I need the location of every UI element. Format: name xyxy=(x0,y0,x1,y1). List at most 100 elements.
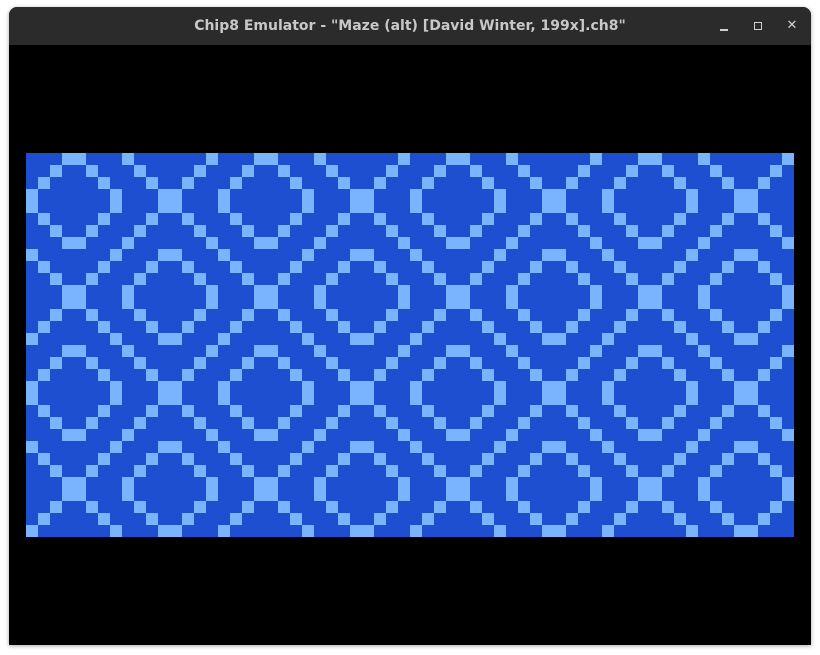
minimize-button[interactable] xyxy=(713,15,735,37)
display-pixel xyxy=(626,273,638,285)
display-pixel xyxy=(746,381,758,393)
display-pixel xyxy=(38,177,50,189)
title-bar[interactable]: Chip8 Emulator - "Maze (alt) [David Wint… xyxy=(9,7,811,45)
display-pixel xyxy=(422,453,434,465)
display-pixel xyxy=(134,309,146,321)
display-pixel xyxy=(506,429,518,441)
display-pixel xyxy=(374,405,386,417)
display-pixel xyxy=(494,189,506,201)
display-pixel xyxy=(38,405,50,417)
display-pixel xyxy=(710,417,722,429)
display-pixel xyxy=(182,513,194,525)
display-pixel xyxy=(530,261,542,273)
display-pixel xyxy=(254,477,266,489)
display-pixel xyxy=(638,429,650,441)
display-pixel xyxy=(170,333,182,345)
display-pixel xyxy=(470,357,482,369)
display-pixel xyxy=(314,429,326,441)
display-pixel xyxy=(662,417,674,429)
display-pixel xyxy=(446,489,458,501)
display-pixel xyxy=(482,261,494,273)
display-pixel xyxy=(170,441,182,453)
display-pixel xyxy=(218,249,230,261)
display-pixel xyxy=(278,225,290,237)
display-pixel xyxy=(722,261,734,273)
display-pixel xyxy=(602,525,614,537)
display-pixel xyxy=(410,441,422,453)
display-pixel xyxy=(542,393,554,405)
display-pixel xyxy=(710,309,722,321)
display-pixel xyxy=(578,273,590,285)
display-pixel xyxy=(446,237,458,249)
display-pixel xyxy=(218,189,230,201)
display-pixel xyxy=(734,441,746,453)
display-pixel xyxy=(506,153,518,165)
chip8-display[interactable] xyxy=(26,153,794,537)
display-pixel xyxy=(434,273,446,285)
display-pixel xyxy=(578,357,590,369)
display-pixel xyxy=(290,369,302,381)
display-pixel xyxy=(362,441,374,453)
display-pixel xyxy=(50,273,62,285)
display-pixel xyxy=(434,357,446,369)
display-pixel xyxy=(662,309,674,321)
display-pixel xyxy=(590,237,602,249)
display-pixel xyxy=(530,405,542,417)
display-pixel xyxy=(638,237,650,249)
display-pixel xyxy=(290,213,302,225)
display-pixel xyxy=(554,441,566,453)
display-pixel xyxy=(446,153,458,165)
display-pixel xyxy=(458,477,470,489)
display-pixel xyxy=(110,189,122,201)
display-pixel xyxy=(566,513,578,525)
display-pixel xyxy=(494,393,506,405)
display-pixel xyxy=(134,417,146,429)
display-pixel xyxy=(338,213,350,225)
display-pixel xyxy=(614,369,626,381)
display-pixel xyxy=(206,489,218,501)
display-pixel xyxy=(434,165,446,177)
display-pixel xyxy=(266,477,278,489)
maximize-button[interactable] xyxy=(747,15,769,37)
display-pixel xyxy=(734,333,746,345)
display-pixel xyxy=(314,345,326,357)
display-pixel xyxy=(158,201,170,213)
display-pixel xyxy=(326,225,338,237)
display-pixel xyxy=(422,321,434,333)
display-pixel xyxy=(650,237,662,249)
display-pixel xyxy=(170,393,182,405)
display-pixel xyxy=(698,153,710,165)
display-pixel xyxy=(374,261,386,273)
display-pixel xyxy=(302,525,314,537)
display-pixel xyxy=(542,441,554,453)
display-pixel xyxy=(218,381,230,393)
display-pixel xyxy=(758,177,770,189)
display-pixel xyxy=(686,189,698,201)
display-pixel xyxy=(758,369,770,381)
display-pixel xyxy=(578,165,590,177)
display-pixel xyxy=(722,213,734,225)
display-pixel xyxy=(470,501,482,513)
display-pixel xyxy=(110,441,122,453)
display-pixel xyxy=(410,333,422,345)
display-pixel xyxy=(266,285,278,297)
display-pixel xyxy=(38,369,50,381)
display-pixel xyxy=(350,441,362,453)
display-pixel xyxy=(614,213,626,225)
display-pixel xyxy=(290,177,302,189)
display-pixel xyxy=(146,405,158,417)
display-pixel xyxy=(338,261,350,273)
display-pixel xyxy=(482,321,494,333)
display-pixel xyxy=(50,309,62,321)
display-pixel xyxy=(122,297,134,309)
display-pixel xyxy=(554,189,566,201)
display-pixel xyxy=(74,285,86,297)
display-pixel xyxy=(482,453,494,465)
display-pixel xyxy=(218,525,230,537)
display-pixel xyxy=(62,429,74,441)
display-pixel xyxy=(686,333,698,345)
display-pixel xyxy=(614,453,626,465)
display-pixel xyxy=(290,321,302,333)
display-pixel xyxy=(578,501,590,513)
close-button[interactable]: ✕ xyxy=(781,15,803,37)
